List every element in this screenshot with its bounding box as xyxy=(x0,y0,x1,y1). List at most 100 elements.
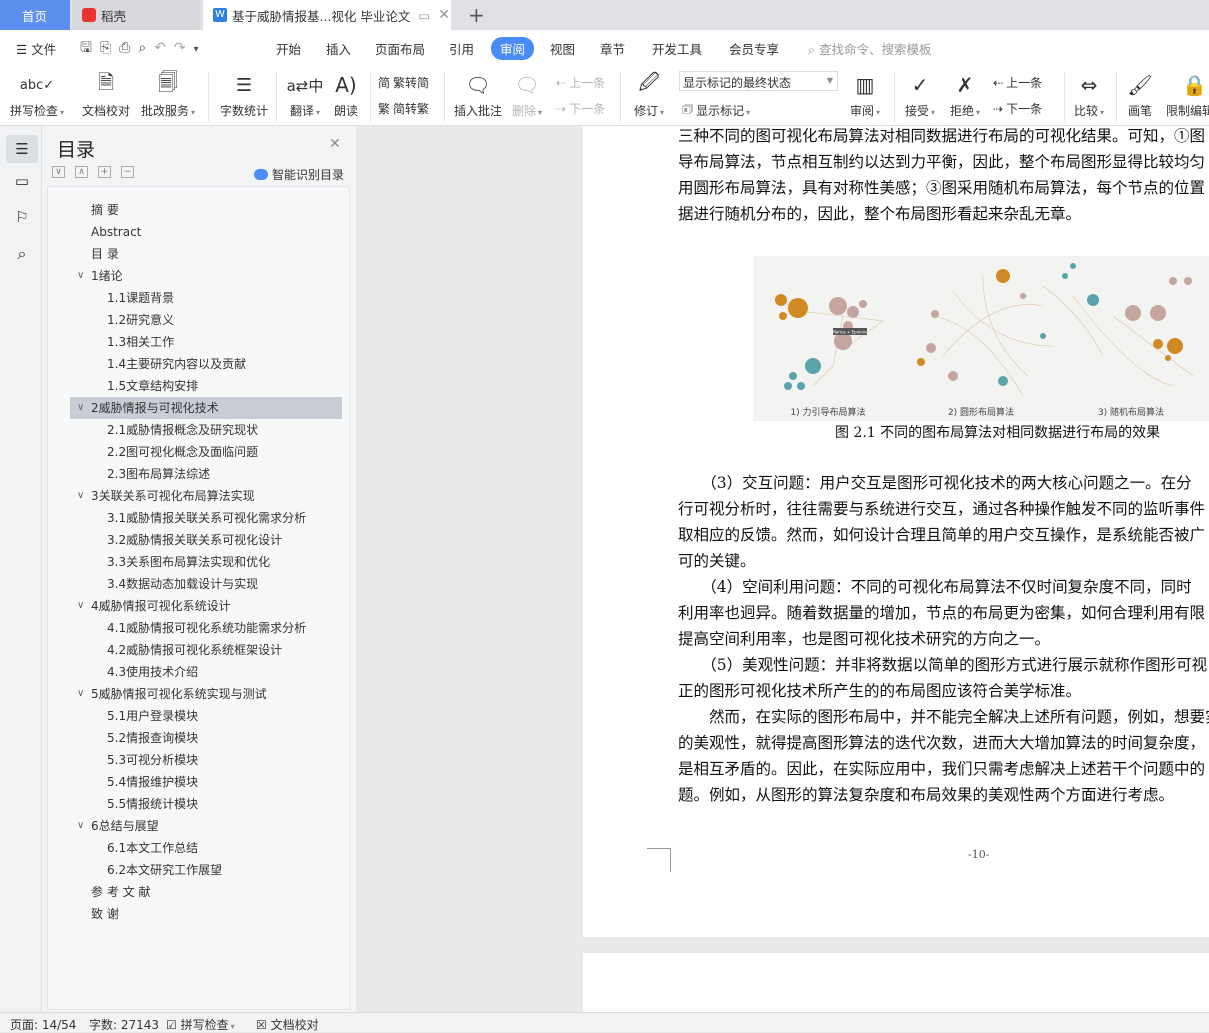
menu-tab-4[interactable]: 审阅 xyxy=(491,37,535,60)
promote-icon[interactable]: + xyxy=(98,166,111,178)
toc-item[interactable]: ∨ 2威胁情报与可视化技术 xyxy=(70,397,342,419)
toc-item[interactable]: 参 考 文 献 xyxy=(48,881,344,903)
undo-icon[interactable]: ↶ xyxy=(154,40,174,56)
ai-icon xyxy=(254,169,268,180)
preview-icon[interactable]: ⌕ xyxy=(138,40,154,56)
traditional-to-simplified-button[interactable]: 简繁转简 xyxy=(378,74,429,91)
toc-item[interactable]: 1.5文章结构安排 xyxy=(48,375,344,397)
toc-item[interactable]: ∨ 5威胁情报可视化系统实现与测试 xyxy=(48,683,344,705)
toc-item[interactable]: 1.4主要研究内容以及贡献 xyxy=(48,353,344,375)
simplified-to-traditional-button[interactable]: 繁简转繁 xyxy=(378,100,429,117)
close-icon[interactable]: ✕ xyxy=(438,7,450,23)
reject-button[interactable]: ✗ 拒绝 xyxy=(933,70,997,119)
smart-toc-button[interactable]: 智能识别目录 xyxy=(254,166,344,183)
toc-item[interactable]: 4.1威胁情报可视化系统功能需求分析 xyxy=(48,617,344,639)
command-search[interactable]: ⌕ 查找命令、搜索模板 xyxy=(808,39,932,58)
bookmark-icon[interactable]: ⚐ xyxy=(6,208,38,226)
read-aloud-button[interactable]: A) 朗读 xyxy=(314,70,378,119)
toc-item[interactable]: ∨ 3关联关系可视化布局算法实现 xyxy=(48,485,344,507)
restrict-editing-button[interactable]: 🔒 限制编辑 xyxy=(1166,70,1209,119)
toc-item[interactable]: 2.3图布局算法综述 xyxy=(48,463,344,485)
expand-all-icon[interactable]: ∨ xyxy=(52,166,65,178)
chevron-down-icon[interactable]: ∨ xyxy=(77,683,84,705)
toc-item[interactable]: 3.3关系图布局算法实现和优化 xyxy=(48,551,344,573)
search-icon[interactable]: ⌕ xyxy=(6,244,38,264)
toc-item[interactable]: 1.3相关工作 xyxy=(48,331,344,353)
next-change-button[interactable]: ⇢ 下一条 xyxy=(993,100,1042,117)
demote-icon[interactable]: − xyxy=(121,166,134,178)
paragraph-line: （3）交互问题：用户交互是图形可视化技术的两大核心问题之一。在分 xyxy=(678,474,1192,492)
proofread-status[interactable]: ☒ 文档校对 xyxy=(256,1016,319,1033)
chevron-down-icon[interactable]: ∨ xyxy=(77,265,84,287)
next-comment-button[interactable]: ⇢ 下一条 xyxy=(556,100,605,117)
chevron-down-icon[interactable]: ∨ xyxy=(77,815,84,837)
menu-bar: ☰ 文件 🖫⎘⎙⌕↶↷▾ 开始 插入 页面布局 引用 审阅 视图 章节 开发工具 会员专享 ⌕ … xyxy=(0,30,1209,66)
toc-item[interactable]: 1.2研究意义 xyxy=(48,309,344,331)
toc-item[interactable]: 5.3可视分析模块 xyxy=(48,749,344,771)
toc-item[interactable]: 5.5情报统计模块 xyxy=(48,793,344,815)
menu-tab-7[interactable]: 开发工具 xyxy=(652,39,702,58)
menu-tab-2[interactable]: 页面布局 xyxy=(375,39,425,58)
toc-item[interactable]: 4.2威胁情报可视化系统框架设计 xyxy=(48,639,344,661)
chevron-down-icon[interactable]: ∨ xyxy=(77,485,84,507)
toc-item[interactable]: 3.1威胁情报关联关系可视化需求分析 xyxy=(48,507,344,529)
track-changes-button[interactable]: 🖉 修订 xyxy=(617,70,681,119)
page-indicator[interactable]: 页面: 14/54 xyxy=(10,1016,76,1033)
chevron-down-icon[interactable]: ∨ xyxy=(77,397,84,419)
spell-check-status[interactable]: ☑ 拼写检查 xyxy=(166,1016,235,1033)
toc-item[interactable]: 2.2图可视化概念及面临问题 xyxy=(48,441,344,463)
toc-item[interactable]: 5.1用户登录模块 xyxy=(48,705,344,727)
convert-icon: 繁 xyxy=(378,102,391,116)
previous-comment-button[interactable]: ⇠ 上一条 xyxy=(556,74,605,91)
toc-item[interactable]: 5.4情报维护模块 xyxy=(48,771,344,793)
chevron-down-icon[interactable]: ∨ xyxy=(77,595,84,617)
delete-comment-button[interactable]: 🗨 删除 xyxy=(495,70,559,119)
toc-item-label: 6.1本文工作总结 xyxy=(107,841,199,855)
menu-tab-5[interactable]: 视图 xyxy=(550,39,575,58)
toc-item[interactable]: ∨ 4威胁情报可视化系统设计 xyxy=(48,595,344,617)
toc-item[interactable]: 致 谢 xyxy=(48,903,344,925)
toc-item[interactable]: 5.2情报查询模块 xyxy=(48,727,344,749)
toc-item[interactable]: ∨ 1绪论 xyxy=(48,265,344,287)
file-menu[interactable]: ☰ 文件 xyxy=(16,39,56,58)
toc-item[interactable]: 6.2本文研究工作展望 xyxy=(48,859,344,881)
tab-daoke[interactable]: 稻壳 xyxy=(72,0,200,30)
toc-item[interactable]: 4.3使用技术介绍 xyxy=(48,661,344,683)
menu-tab-8[interactable]: 会员专享 xyxy=(729,39,779,58)
toc-item[interactable]: 3.4数据动态加载设计与实现 xyxy=(48,573,344,595)
tab-document[interactable]: W 基于威胁情报基...视化 毕业论文 ▭ ✕ xyxy=(203,0,451,30)
word-count[interactable]: 字数: 27143 xyxy=(89,1016,159,1033)
toc-item[interactable]: Abstract xyxy=(48,221,344,243)
markup-mode-select[interactable]: 显示标记的最终状态 ▼ xyxy=(679,71,838,91)
outline-icon[interactable]: ▭ xyxy=(6,172,38,190)
toc-item[interactable]: 目 录 xyxy=(48,243,344,265)
toc-item[interactable]: 2.1威胁情报概念及研究现状 xyxy=(48,419,344,441)
menu-tab-1[interactable]: 插入 xyxy=(326,39,351,58)
toc-item[interactable]: 1.1课题背景 xyxy=(48,287,344,309)
toc-item[interactable]: 3.2威胁情报关联关系可视化设计 xyxy=(48,529,344,551)
collapse-all-icon[interactable]: ∧ xyxy=(75,166,88,178)
toc-item[interactable]: 6.1本文工作总结 xyxy=(48,837,344,859)
redo-icon[interactable]: ↷ xyxy=(174,40,194,56)
export-icon[interactable]: ⎘ xyxy=(100,40,119,56)
toc-item[interactable]: ∨ 6总结与展望 xyxy=(48,815,344,837)
menu-tab-3[interactable]: 引用 xyxy=(449,39,474,58)
tab-home[interactable]: 首页 xyxy=(0,0,70,30)
correction-service-button[interactable]: 🗐 批改服务 xyxy=(136,70,200,119)
toc-item[interactable]: 摘 要 xyxy=(48,199,344,221)
toc-icon[interactable]: ☰ xyxy=(6,135,38,163)
show-markup-button[interactable]: 🗊 显示标记 xyxy=(682,100,750,121)
word-count-button[interactable]: ☰ 字数统计 xyxy=(212,70,276,119)
previous-change-button[interactable]: ⇠ 上一条 xyxy=(993,74,1042,91)
pen-button[interactable]: 🖌 画笔 xyxy=(1108,70,1172,119)
close-icon[interactable]: ✕ xyxy=(329,136,341,152)
menu-tab-6[interactable]: 章节 xyxy=(600,39,625,58)
proofread-button[interactable]: 🗎 文档校对 xyxy=(74,70,138,119)
save-icon[interactable]: 🖫 xyxy=(80,40,100,56)
pin-icon[interactable]: ▭ xyxy=(418,8,430,23)
print-icon[interactable]: ⎙ xyxy=(119,40,138,56)
customize-icon[interactable]: ▾ xyxy=(194,44,207,55)
menu-tab-0[interactable]: 开始 xyxy=(276,39,301,58)
new-tab-button[interactable]: + xyxy=(458,0,485,30)
spell-check-button[interactable]: abc✓ 拼写检查 xyxy=(5,70,69,119)
